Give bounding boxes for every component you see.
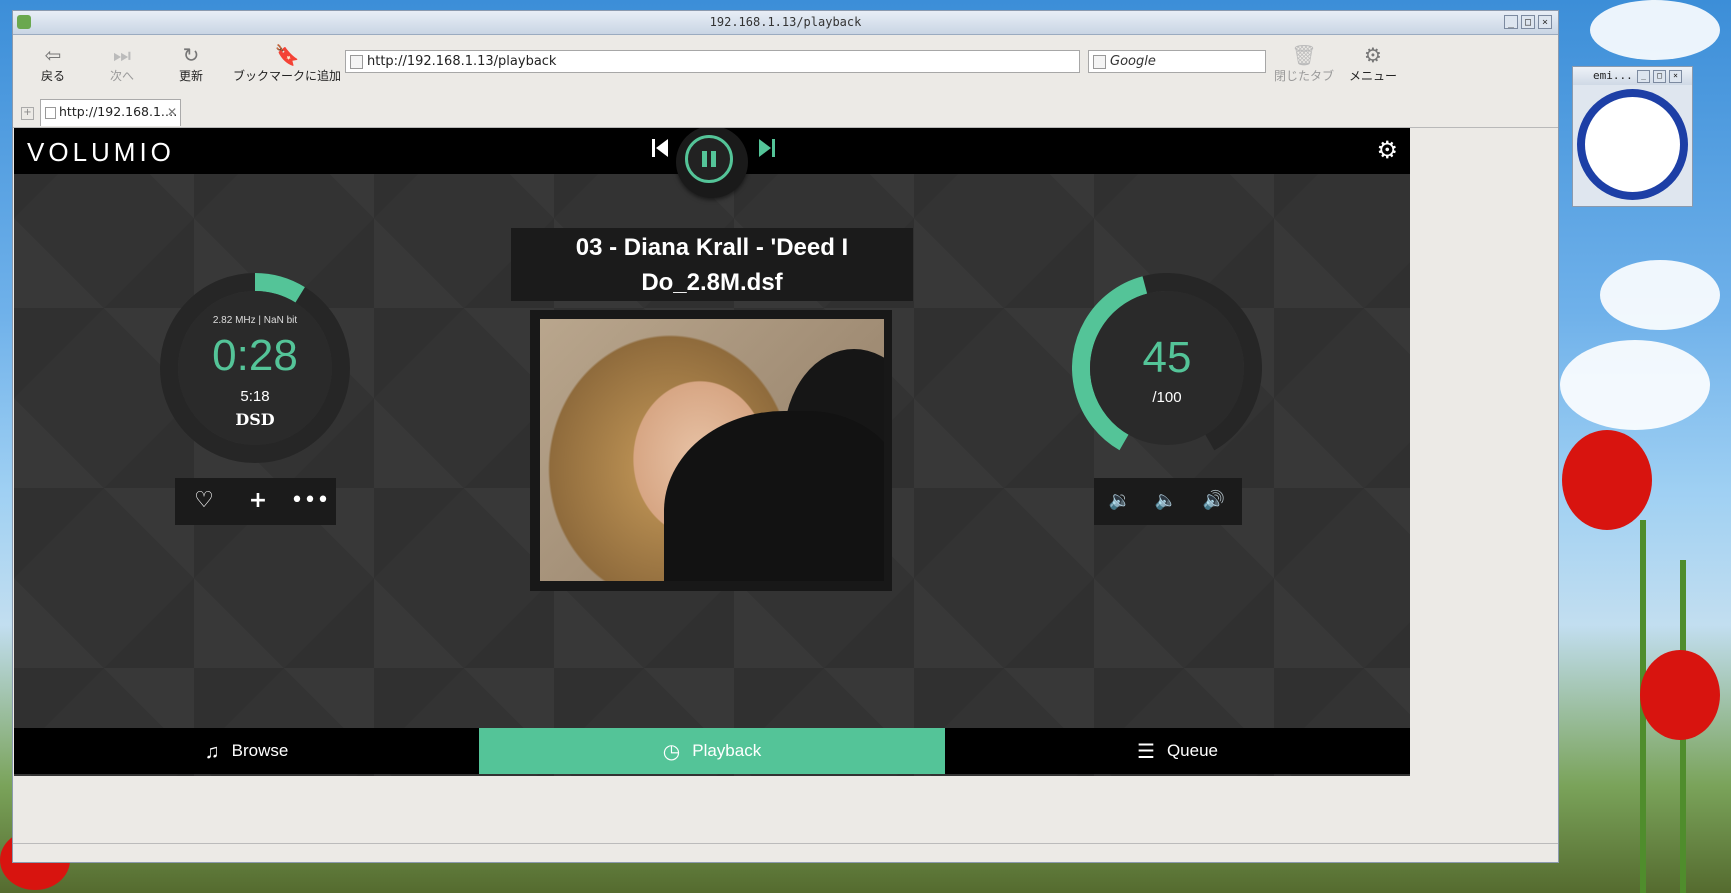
playback-label: Playback [692, 741, 762, 760]
new-tab-button[interactable]: + [21, 107, 34, 120]
app-icon [17, 15, 31, 29]
search-placeholder: Google [1110, 54, 1156, 69]
clock-widget-titlebar: emi... _ □ × [1573, 67, 1692, 85]
music-note-icon: ♫ [204, 740, 220, 763]
bookmark-button[interactable]: 🔖 ブックマークに追加 [232, 43, 342, 84]
forward-button[interactable]: ⏭ 次へ [107, 43, 137, 84]
tab-playback[interactable]: http://192.168.1.… ✕ [40, 99, 181, 126]
volumio-logo: VOLUMIO [27, 137, 175, 167]
volume-up-icon[interactable]: 🔊 [1194, 487, 1234, 515]
clock-widget-title: emi... [1593, 69, 1633, 82]
tab-label: http://192.168.1.… [59, 104, 178, 119]
closed-tabs-label: 閉じたタブ [1274, 69, 1335, 83]
next-button[interactable] [757, 136, 777, 167]
clock-minimize-button[interactable]: _ [1637, 70, 1650, 83]
bottom-nav: ♫ Browse ◷ Playback ☰ Queue [14, 728, 1410, 774]
menu-icon: ⚙ [1364, 43, 1382, 67]
volume-knob[interactable]: 45 /100 [1072, 273, 1262, 463]
bookmark-label: ブックマークに追加 [232, 69, 341, 83]
trash-icon: 🗑 [1291, 43, 1317, 67]
desktop-cloud [1600, 260, 1720, 330]
settings-gear-icon[interactable]: ⚙ [1376, 136, 1398, 164]
sample-rate-info: 2.82 MHz | NaN bit [212, 315, 298, 326]
forward-arrow-icon: ⏭ [113, 43, 131, 67]
desktop-cloud [1560, 340, 1710, 430]
volume-max: /100 [1152, 389, 1182, 406]
browser-toolbar: ⇦ 戻る ⏭ 次へ ↻ 更新 🔖 ブックマークに追加 http://192.16… [13, 35, 1558, 97]
url-text: http://192.168.1.13/playback [367, 54, 557, 69]
window-title: 192.168.1.13/playback [709, 15, 862, 29]
track-actions-bar: ♡ + ••• [175, 478, 336, 525]
tab-queue[interactable]: ☰ Queue [945, 728, 1410, 774]
volume-level: 45 [1142, 333, 1192, 382]
queue-label: Queue [1166, 741, 1218, 760]
format-badge: DSD [235, 410, 275, 429]
page-icon [350, 55, 363, 69]
desktop-flower [1562, 430, 1652, 530]
forward-label: 次へ [109, 69, 134, 83]
track-title: 03 - Diana Krall - 'Deed I Do_2.8M.dsf [511, 228, 913, 301]
back-arrow-icon: ⇦ [44, 43, 62, 67]
favourite-heart-icon[interactable]: ♡ [184, 487, 224, 515]
next-icon [759, 139, 775, 157]
search-engine-icon [1093, 55, 1106, 69]
closed-tabs-button[interactable]: 🗑 閉じたタブ [1274, 43, 1334, 84]
back-label: 戻る [40, 69, 65, 83]
tab-strip: + http://192.168.1.… ✕ [13, 97, 1558, 128]
browse-label: Browse [231, 741, 289, 760]
analog-clock-face [1577, 89, 1688, 200]
pause-icon [685, 135, 733, 183]
minimize-button[interactable]: _ [1504, 15, 1518, 29]
desktop-flower [1640, 650, 1720, 740]
menu-button[interactable]: ⚙ メニュー [1347, 43, 1399, 84]
maximize-button[interactable]: □ [1521, 15, 1535, 29]
pause-bar-left [702, 151, 707, 167]
elapsed-time: 0:28 [212, 331, 298, 380]
volumio-page: VOLUMIO ⚙ 2.82 MHz | NaN bit 0:28 5:18 D… [14, 128, 1410, 776]
mute-icon[interactable]: 🔈 [1146, 487, 1186, 515]
previous-button[interactable] [650, 136, 670, 167]
search-input[interactable]: Google [1088, 50, 1266, 73]
volume-down-icon[interactable]: 🔉 [1100, 487, 1140, 515]
url-input[interactable]: http://192.168.1.13/playback [345, 50, 1080, 73]
menu-label: メニュー [1348, 69, 1397, 83]
clock-icon: ◷ [662, 740, 681, 763]
close-tab-icon[interactable]: ✕ [167, 100, 177, 124]
previous-icon [652, 139, 668, 157]
seek-knob[interactable]: 2.82 MHz | NaN bit 0:28 5:18 DSD [160, 273, 350, 463]
track-duration: 5:18 [240, 388, 270, 405]
tab-browse[interactable]: ♫ Browse [14, 728, 479, 774]
album-art-frame [530, 310, 892, 591]
pause-bar-right [711, 151, 716, 167]
clock-close-button[interactable]: × [1669, 70, 1682, 83]
tab-playback-nav[interactable]: ◷ Playback [479, 728, 945, 774]
desktop-cloud [1590, 0, 1720, 60]
tab-page-icon [45, 107, 56, 119]
album-art [540, 319, 884, 581]
clock-widget-window: emi... _ □ × [1572, 66, 1693, 207]
more-options-icon[interactable]: ••• [290, 487, 330, 515]
reload-label: 更新 [178, 69, 203, 83]
album-art-detail [664, 411, 884, 581]
clock-maximize-button[interactable]: □ [1653, 70, 1666, 83]
play-pause-button[interactable] [676, 128, 748, 198]
volume-controls-bar: 🔉 🔈 🔊 [1094, 478, 1242, 525]
clock-inner-face [1585, 97, 1680, 192]
reload-icon: ↻ [182, 43, 200, 67]
app-header: VOLUMIO ⚙ [14, 128, 1410, 198]
window-titlebar: 192.168.1.13/playback _ □ × [13, 11, 1558, 35]
add-to-playlist-plus-icon[interactable]: + [238, 487, 278, 515]
status-bar [13, 843, 1558, 862]
close-window-button[interactable]: × [1538, 15, 1552, 29]
bookmark-icon: 🔖 [274, 43, 300, 67]
reload-button[interactable]: ↻ 更新 [173, 43, 209, 84]
list-icon: ☰ [1137, 740, 1155, 763]
browser-window: 192.168.1.13/playback _ □ × ⇦ 戻る ⏭ 次へ ↻ … [12, 10, 1559, 863]
back-button[interactable]: ⇦ 戻る [35, 43, 71, 84]
